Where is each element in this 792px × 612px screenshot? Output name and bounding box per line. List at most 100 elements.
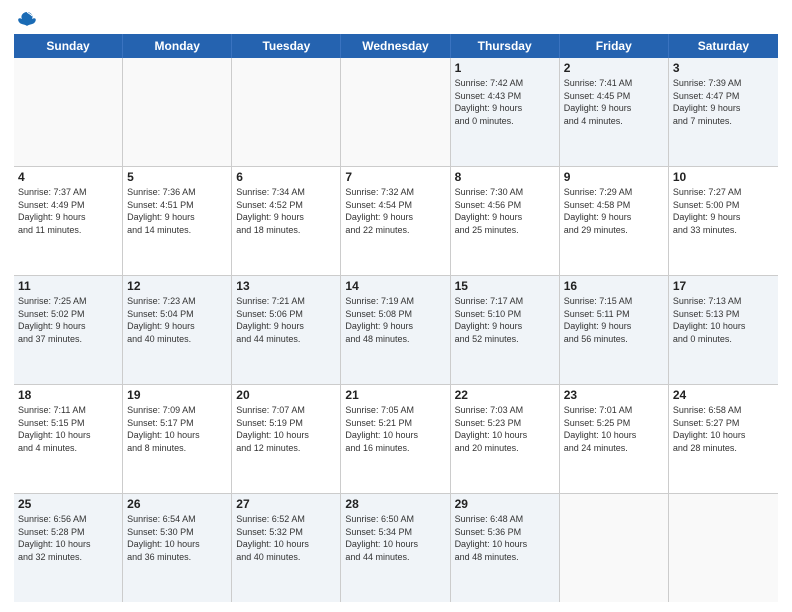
day-info: Sunrise: 7:34 AM Sunset: 4:52 PM Dayligh… xyxy=(236,186,336,236)
day-info: Sunrise: 6:48 AM Sunset: 5:36 PM Dayligh… xyxy=(455,513,555,563)
table-row: 11 Sunrise: 7:25 AM Sunset: 5:02 PM Dayli… xyxy=(14,276,123,384)
calendar-week-4: 18 Sunrise: 7:11 AM Sunset: 5:15 PM Dayli… xyxy=(14,385,778,494)
page: SundayMondayTuesdayWednesdayThursdayFrid… xyxy=(0,0,792,612)
calendar-header-monday: Monday xyxy=(123,34,232,58)
day-number: 16 xyxy=(564,279,664,293)
day-info: Sunrise: 7:13 AM Sunset: 5:13 PM Dayligh… xyxy=(673,295,774,345)
table-row: 4 Sunrise: 7:37 AM Sunset: 4:49 PM Daylig… xyxy=(14,167,123,275)
calendar-week-5: 25Sunrise: 6:56 AM Sunset: 5:28 PM Dayli… xyxy=(14,494,778,602)
table-row: 29 Sunrise: 6:48 AM Sunset: 5:36 PM Dayli… xyxy=(451,494,560,602)
table-row: 10 Sunrise: 7:27 AM Sunset: 5:00 PM Dayli… xyxy=(669,167,778,275)
table-row: 18 Sunrise: 7:11 AM Sunset: 5:15 PM Dayli… xyxy=(14,385,123,493)
table-row: 27 Sunrise: 6:52 AM Sunset: 5:32 PM Dayli… xyxy=(232,494,341,602)
table-row: 8Sunrise: 7:30 AM Sunset: 4:56 PM Daylig… xyxy=(451,167,560,275)
table-row xyxy=(232,58,341,166)
table-row: 17 Sunrise: 7:13 AM Sunset: 5:13 PM Dayli… xyxy=(669,276,778,384)
day-info: Sunrise: 7:27 AM Sunset: 5:00 PM Dayligh… xyxy=(673,186,774,236)
table-row xyxy=(560,494,669,602)
table-row: 2 Sunrise: 7:41 AM Sunset: 4:45 PM Daylig… xyxy=(560,58,669,166)
table-row: 14 Sunrise: 7:19 AM Sunset: 5:08 PM Dayli… xyxy=(341,276,450,384)
calendar-header-saturday: Saturday xyxy=(669,34,778,58)
day-number: 19 xyxy=(127,388,227,402)
day-info: Sunrise: 7:11 AM Sunset: 5:15 PM Dayligh… xyxy=(18,404,118,454)
table-row: 20 Sunrise: 7:07 AM Sunset: 5:19 PM Dayli… xyxy=(232,385,341,493)
table-row: 7Sunrise: 7:32 AM Sunset: 4:54 PM Daylig… xyxy=(341,167,450,275)
day-number: 25 xyxy=(18,497,118,511)
table-row: 28 Sunrise: 6:50 AM Sunset: 5:34 PM Dayli… xyxy=(341,494,450,602)
table-row: 1 Sunrise: 7:42 AM Sunset: 4:43 PM Daylig… xyxy=(451,58,560,166)
table-row: 23 Sunrise: 7:01 AM Sunset: 5:25 PM Dayli… xyxy=(560,385,669,493)
table-row xyxy=(341,58,450,166)
day-number: 10 xyxy=(673,170,774,184)
day-number: 18 xyxy=(18,388,118,402)
logo-bird-icon xyxy=(16,10,38,32)
table-row: 24 Sunrise: 6:58 AM Sunset: 5:27 PM Dayli… xyxy=(669,385,778,493)
table-row xyxy=(669,494,778,602)
header xyxy=(14,10,778,28)
day-info: Sunrise: 6:54 AM Sunset: 5:30 PM Dayligh… xyxy=(127,513,227,563)
calendar-header-wednesday: Wednesday xyxy=(341,34,450,58)
table-row: 9Sunrise: 7:29 AM Sunset: 4:58 PM Daylig… xyxy=(560,167,669,275)
day-info: Sunrise: 7:41 AM Sunset: 4:45 PM Dayligh… xyxy=(564,77,664,127)
day-number: 3 xyxy=(673,61,774,75)
table-row: 21Sunrise: 7:05 AM Sunset: 5:21 PM Dayli… xyxy=(341,385,450,493)
calendar-body: 1 Sunrise: 7:42 AM Sunset: 4:43 PM Daylig… xyxy=(14,58,778,602)
day-info: Sunrise: 7:29 AM Sunset: 4:58 PM Dayligh… xyxy=(564,186,664,236)
day-info: Sunrise: 7:19 AM Sunset: 5:08 PM Dayligh… xyxy=(345,295,445,345)
calendar-header-thursday: Thursday xyxy=(451,34,560,58)
day-number: 20 xyxy=(236,388,336,402)
day-number: 28 xyxy=(345,497,445,511)
day-number: 2 xyxy=(564,61,664,75)
day-info: Sunrise: 7:05 AM Sunset: 5:21 PM Dayligh… xyxy=(345,404,445,454)
day-info: Sunrise: 7:25 AM Sunset: 5:02 PM Dayligh… xyxy=(18,295,118,345)
day-number: 5 xyxy=(127,170,227,184)
calendar-week-1: 1 Sunrise: 7:42 AM Sunset: 4:43 PM Daylig… xyxy=(14,58,778,167)
day-info: Sunrise: 6:50 AM Sunset: 5:34 PM Dayligh… xyxy=(345,513,445,563)
day-number: 27 xyxy=(236,497,336,511)
day-info: Sunrise: 7:42 AM Sunset: 4:43 PM Dayligh… xyxy=(455,77,555,127)
table-row: 3 Sunrise: 7:39 AM Sunset: 4:47 PM Daylig… xyxy=(669,58,778,166)
day-number: 15 xyxy=(455,279,555,293)
calendar-week-3: 11 Sunrise: 7:25 AM Sunset: 5:02 PM Dayli… xyxy=(14,276,778,385)
day-info: Sunrise: 7:23 AM Sunset: 5:04 PM Dayligh… xyxy=(127,295,227,345)
day-number: 24 xyxy=(673,388,774,402)
day-number: 26 xyxy=(127,497,227,511)
logo xyxy=(14,10,38,28)
calendar-week-2: 4 Sunrise: 7:37 AM Sunset: 4:49 PM Daylig… xyxy=(14,167,778,276)
day-number: 4 xyxy=(18,170,118,184)
table-row xyxy=(14,58,123,166)
day-number: 14 xyxy=(345,279,445,293)
day-number: 11 xyxy=(18,279,118,293)
day-number: 6 xyxy=(236,170,336,184)
day-number: 29 xyxy=(455,497,555,511)
table-row xyxy=(123,58,232,166)
table-row: 22 Sunrise: 7:03 AM Sunset: 5:23 PM Dayli… xyxy=(451,385,560,493)
calendar-header-sunday: Sunday xyxy=(14,34,123,58)
day-info: Sunrise: 7:07 AM Sunset: 5:19 PM Dayligh… xyxy=(236,404,336,454)
table-row: 16 Sunrise: 7:15 AM Sunset: 5:11 PM Dayli… xyxy=(560,276,669,384)
table-row: 19 Sunrise: 7:09 AM Sunset: 5:17 PM Dayli… xyxy=(123,385,232,493)
table-row: 5 Sunrise: 7:36 AM Sunset: 4:51 PM Daylig… xyxy=(123,167,232,275)
table-row: 6 Sunrise: 7:34 AM Sunset: 4:52 PM Daylig… xyxy=(232,167,341,275)
table-row: 15Sunrise: 7:17 AM Sunset: 5:10 PM Dayli… xyxy=(451,276,560,384)
day-info: Sunrise: 7:01 AM Sunset: 5:25 PM Dayligh… xyxy=(564,404,664,454)
day-info: Sunrise: 7:21 AM Sunset: 5:06 PM Dayligh… xyxy=(236,295,336,345)
calendar-header-row: SundayMondayTuesdayWednesdayThursdayFrid… xyxy=(14,34,778,58)
day-info: Sunrise: 7:09 AM Sunset: 5:17 PM Dayligh… xyxy=(127,404,227,454)
day-info: Sunrise: 6:52 AM Sunset: 5:32 PM Dayligh… xyxy=(236,513,336,563)
table-row: 26 Sunrise: 6:54 AM Sunset: 5:30 PM Dayli… xyxy=(123,494,232,602)
day-info: Sunrise: 7:15 AM Sunset: 5:11 PM Dayligh… xyxy=(564,295,664,345)
day-info: Sunrise: 6:58 AM Sunset: 5:27 PM Dayligh… xyxy=(673,404,774,454)
day-number: 1 xyxy=(455,61,555,75)
day-number: 23 xyxy=(564,388,664,402)
calendar: SundayMondayTuesdayWednesdayThursdayFrid… xyxy=(14,34,778,602)
day-info: Sunrise: 7:36 AM Sunset: 4:51 PM Dayligh… xyxy=(127,186,227,236)
day-info: Sunrise: 7:37 AM Sunset: 4:49 PM Dayligh… xyxy=(18,186,118,236)
day-info: Sunrise: 7:03 AM Sunset: 5:23 PM Dayligh… xyxy=(455,404,555,454)
calendar-header-tuesday: Tuesday xyxy=(232,34,341,58)
calendar-header-friday: Friday xyxy=(560,34,669,58)
day-info: Sunrise: 7:39 AM Sunset: 4:47 PM Dayligh… xyxy=(673,77,774,127)
table-row: 13Sunrise: 7:21 AM Sunset: 5:06 PM Dayli… xyxy=(232,276,341,384)
day-number: 17 xyxy=(673,279,774,293)
day-number: 22 xyxy=(455,388,555,402)
